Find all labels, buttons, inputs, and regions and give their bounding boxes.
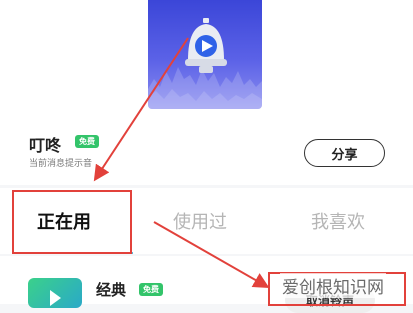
watermark-text: 爱创根知识网 xyxy=(280,273,386,298)
free-badge: 免费 xyxy=(75,135,99,148)
list-item-name: 经典 xyxy=(96,281,127,299)
ringtone-cover[interactable] xyxy=(148,0,262,109)
list-item-free-badge: 免费 xyxy=(139,283,163,296)
ringtone-description: 当前消息提示音 xyxy=(29,159,93,169)
share-button[interactable]: 分享 xyxy=(304,139,385,167)
play-bell-icon xyxy=(185,18,227,73)
ringtone-name: 叮咚 xyxy=(29,136,62,155)
annotation-box-tab xyxy=(12,190,132,254)
tab-used[interactable]: 使用过 xyxy=(173,208,227,234)
tab-favorites[interactable]: 我喜欢 xyxy=(311,208,365,234)
